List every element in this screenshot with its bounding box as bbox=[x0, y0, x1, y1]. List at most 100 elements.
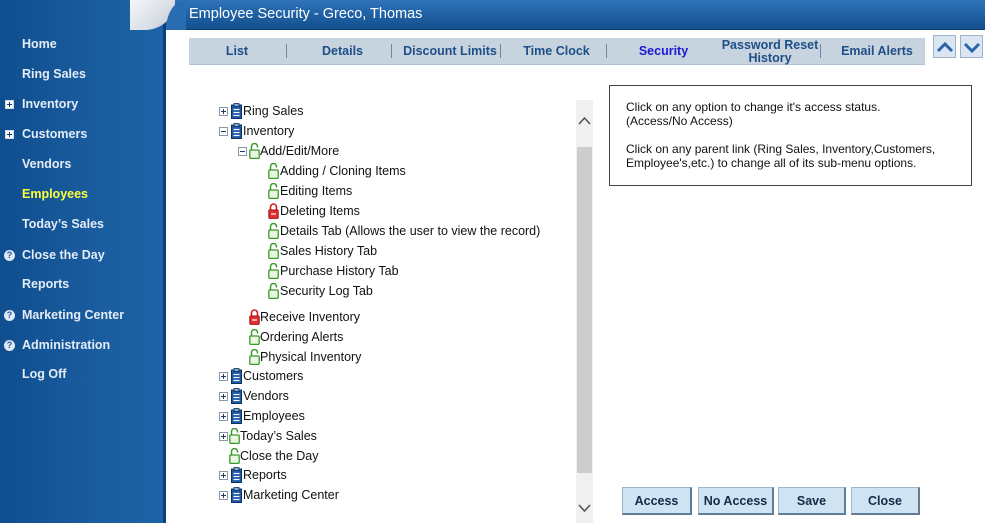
tab-list[interactable]: List bbox=[190, 38, 284, 65]
tree-node-label[interactable]: Today’s Sales bbox=[240, 429, 317, 443]
unlocked-icon bbox=[229, 448, 240, 464]
tree-node-sales-history-tab[interactable]: Sales History Tab bbox=[0, 242, 576, 260]
expand-plus-icon[interactable] bbox=[219, 491, 228, 500]
tree-node-adding-cloning-items[interactable]: Adding / Cloning Items bbox=[0, 162, 576, 180]
scroll-thumb[interactable] bbox=[577, 147, 592, 473]
clipboard-icon bbox=[231, 487, 242, 503]
tree-node-purchase-history-tab[interactable]: Purchase History Tab bbox=[0, 262, 576, 280]
tree-node-receive-inventory[interactable]: Receive Inventory bbox=[0, 308, 576, 326]
sidebar-item-label: Ring Sales bbox=[22, 67, 86, 81]
tree-node-label[interactable]: Receive Inventory bbox=[260, 310, 360, 324]
unlocked-icon bbox=[268, 223, 279, 239]
locked-icon bbox=[268, 203, 279, 219]
clipboard-icon bbox=[231, 408, 242, 424]
tab-discount-limits[interactable]: Discount Limits bbox=[398, 38, 502, 65]
tree-node-label[interactable]: Physical Inventory bbox=[260, 350, 361, 364]
help-info-box: Click on any option to change it's acces… bbox=[609, 85, 972, 186]
tree-node-inventory[interactable]: Inventory bbox=[0, 122, 576, 140]
expand-plus-icon[interactable] bbox=[219, 107, 228, 116]
tree-node-label[interactable]: Employees bbox=[243, 409, 305, 423]
expand-plus-icon[interactable] bbox=[219, 432, 228, 441]
tab-password-reset-history[interactable]: Password Reset History bbox=[718, 38, 822, 65]
tab-email-alerts[interactable]: Email Alerts bbox=[823, 38, 931, 65]
collapse-minus-icon[interactable] bbox=[219, 127, 228, 136]
tree-node-label[interactable]: Vendors bbox=[243, 389, 289, 403]
unlocked-icon bbox=[249, 349, 260, 365]
tab-details[interactable]: Details bbox=[289, 38, 396, 65]
info-line-2: (Access/No Access) bbox=[626, 114, 733, 128]
tree-node-label[interactable]: Sales History Tab bbox=[280, 244, 377, 258]
expand-plus-icon[interactable] bbox=[219, 392, 228, 401]
tree-node-label[interactable]: Details Tab (Allows the user to view the… bbox=[280, 224, 540, 238]
clipboard-icon bbox=[231, 467, 242, 483]
sidebar-item-label: Home bbox=[22, 37, 57, 51]
tree-node-label[interactable]: Editing Items bbox=[280, 184, 352, 198]
tree-node-label[interactable]: Close the Day bbox=[240, 449, 319, 463]
tree-node-today-s-sales[interactable]: Today’s Sales bbox=[0, 427, 576, 445]
tree-node-details-tab-allows-the-user-to-view-the-record[interactable]: Details Tab (Allows the user to view the… bbox=[0, 222, 576, 240]
clipboard-icon bbox=[231, 103, 242, 119]
no-access-button[interactable]: No Access bbox=[698, 487, 774, 515]
tree-node-label[interactable]: Purchase History Tab bbox=[280, 264, 399, 278]
close-button[interactable]: Close bbox=[851, 487, 920, 515]
app-window: Home Ring Sales Inventory Customers Vendors E… bbox=[0, 0, 985, 523]
scroll-down-button[interactable] bbox=[960, 35, 983, 58]
tree-scrollbar[interactable] bbox=[576, 100, 593, 523]
collapse-minus-icon[interactable] bbox=[238, 147, 247, 156]
tab-separator bbox=[391, 44, 392, 58]
expand-plus-icon[interactable] bbox=[219, 412, 228, 421]
sidebar-item-home[interactable]: Home bbox=[0, 33, 163, 55]
tree-node-ordering-alerts[interactable]: Ordering Alerts bbox=[0, 328, 576, 346]
tree-node-close-the-day[interactable]: Close the Day bbox=[0, 447, 576, 465]
tree-node-ring-sales[interactable]: Ring Sales bbox=[0, 102, 576, 120]
tab-separator bbox=[500, 44, 501, 58]
expand-plus-icon[interactable] bbox=[219, 372, 228, 381]
expand-plus-icon[interactable] bbox=[219, 471, 228, 480]
page-title: Employee Security - Greco, Thomas bbox=[189, 6, 423, 22]
clipboard-icon bbox=[231, 368, 242, 384]
tab-separator bbox=[286, 44, 287, 58]
tree-node-security-log-tab[interactable]: Security Log Tab bbox=[0, 282, 576, 300]
unlocked-icon bbox=[268, 163, 279, 179]
clipboard-icon bbox=[231, 388, 242, 404]
tree-node-marketing-center[interactable]: Marketing Center bbox=[0, 486, 576, 504]
unlocked-icon bbox=[249, 143, 260, 159]
tree-node-label[interactable]: Add/Edit/More bbox=[260, 144, 339, 158]
info-line-3: Click on any parent link (Ring Sales, In… bbox=[626, 142, 936, 170]
tree-node-label[interactable]: Ordering Alerts bbox=[260, 330, 343, 344]
scroll-down-arrow-icon[interactable] bbox=[578, 502, 591, 514]
tree-node-editing-items[interactable]: Editing Items bbox=[0, 182, 576, 200]
unlocked-icon bbox=[229, 428, 240, 444]
tree-node-add-edit-more[interactable]: Add/Edit/More bbox=[0, 142, 576, 160]
tab-separator bbox=[820, 44, 821, 58]
tree-node-reports[interactable]: Reports bbox=[0, 466, 576, 484]
tree-node-physical-inventory[interactable]: Physical Inventory bbox=[0, 348, 576, 366]
tree-node-label[interactable]: Customers bbox=[243, 369, 303, 383]
tab-security[interactable]: Security bbox=[610, 38, 717, 65]
clipboard-icon bbox=[231, 123, 242, 139]
scroll-up-arrow-icon[interactable] bbox=[578, 115, 591, 127]
tree-node-label[interactable]: Inventory bbox=[243, 124, 294, 138]
unlocked-icon bbox=[268, 243, 279, 259]
tree-node-label[interactable]: Deleting Items bbox=[280, 204, 360, 218]
tree-node-label[interactable]: Reports bbox=[243, 468, 287, 482]
tree-node-deleting-items[interactable]: Deleting Items bbox=[0, 202, 576, 220]
tree-node-employees[interactable]: Employees bbox=[0, 407, 576, 425]
sidebar-item-ring-sales[interactable]: Ring Sales bbox=[0, 63, 163, 85]
chevron-down-icon bbox=[963, 42, 981, 54]
tree-node-label[interactable]: Adding / Cloning Items bbox=[280, 164, 406, 178]
scroll-up-button[interactable] bbox=[933, 35, 956, 58]
info-line-1: Click on any option to change it's acces… bbox=[626, 100, 881, 114]
locked-icon bbox=[249, 309, 260, 325]
tree-node-label[interactable]: Ring Sales bbox=[243, 104, 303, 118]
unlocked-icon bbox=[268, 283, 279, 299]
tree-node-label[interactable]: Marketing Center bbox=[243, 488, 339, 502]
tab-time-clock[interactable]: Time Clock bbox=[503, 38, 610, 65]
save-button[interactable]: Save bbox=[778, 487, 846, 515]
unlocked-icon bbox=[268, 183, 279, 199]
tree-node-vendors[interactable]: Vendors bbox=[0, 387, 576, 405]
access-button[interactable]: Access bbox=[622, 487, 692, 515]
tree-node-label[interactable]: Security Log Tab bbox=[280, 284, 373, 298]
tree-node-customers[interactable]: Customers bbox=[0, 367, 576, 385]
unlocked-icon bbox=[268, 263, 279, 279]
